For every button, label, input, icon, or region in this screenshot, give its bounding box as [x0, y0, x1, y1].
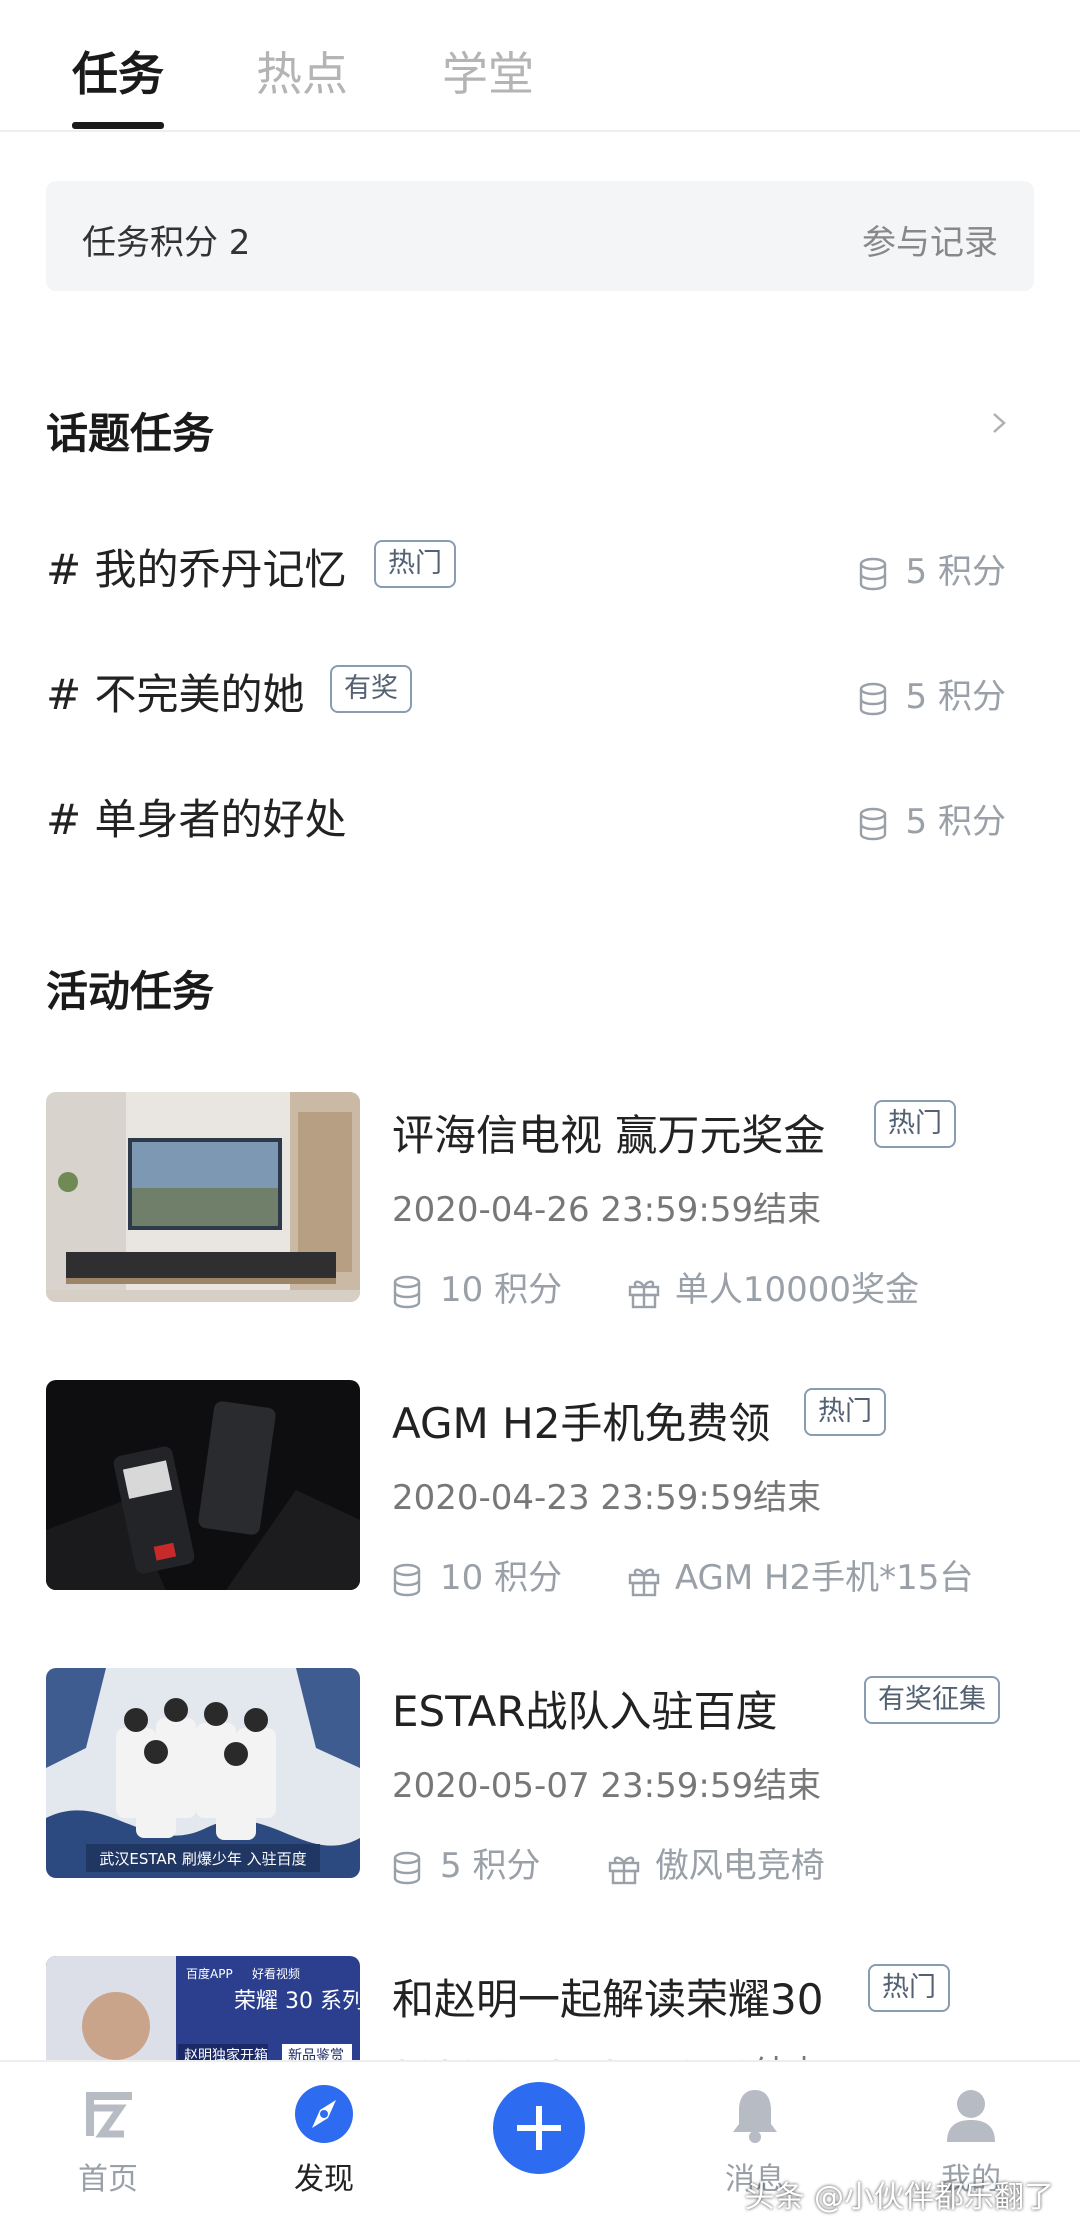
topic-points: 5 积分	[858, 794, 1006, 843]
coins-icon	[393, 1275, 421, 1308]
tv-thumbnail	[46, 1092, 360, 1302]
activity-points: 10 积分	[440, 1558, 563, 1598]
coins-icon	[393, 1851, 421, 1884]
activity-tasks-heading: 活动任务	[46, 967, 215, 1016]
activity-end-date: 2020-04-26 23:59:59结束	[392, 1190, 822, 1230]
participation-record-link[interactable]: 参与记录	[862, 215, 998, 264]
compass-icon	[295, 2085, 353, 2143]
activity-end-date: 2020-05-07 23:59:59结束	[392, 1766, 822, 1806]
topic-points: 5 积分	[858, 669, 1006, 718]
activity-points: 10 积分	[440, 1270, 563, 1310]
nav-discover[interactable]: 发现	[249, 2062, 399, 2198]
gift-icon	[608, 1856, 640, 1884]
top-tab-bar: 任务 热点 学堂	[0, 0, 1080, 132]
gift-icon	[628, 1568, 660, 1596]
bell-icon	[733, 2090, 777, 2143]
activity-title: 和赵明一起解读荣耀30	[392, 1975, 824, 2024]
hot-tag: 热门	[374, 540, 456, 588]
tab-tasks[interactable]: 任务	[72, 38, 164, 104]
coins-icon	[859, 682, 886, 715]
nav-home[interactable]: 首页	[33, 2062, 183, 2198]
topic-item[interactable]: # 单身者的好处 5 积分	[46, 780, 1006, 860]
hot-tag: 热门	[868, 1964, 950, 2012]
activity-card[interactable]: AGM H2手机免费领 热门 2020-04-23 23:59:59结束 10 …	[46, 1380, 1034, 1598]
coins-icon	[393, 1563, 421, 1596]
coins-icon	[859, 557, 886, 590]
svg-text:好看视频: 好看视频	[252, 1966, 300, 1981]
active-tab-indicator	[72, 122, 164, 129]
prize-collection-tag: 有奖征集	[864, 1676, 1000, 1724]
topic-title: # 单身者的好处	[46, 795, 347, 844]
topic-item[interactable]: # 我的乔丹记忆 热门 5 积分	[46, 530, 1006, 610]
plus-icon	[517, 2106, 561, 2150]
topic-points: 5 积分	[858, 544, 1006, 593]
svg-text:荣耀 30 系列: 荣耀 30 系列	[234, 1989, 360, 2014]
topic-item[interactable]: # 不完美的她 有奖 5 积分	[46, 655, 1006, 735]
activity-points: 5 积分	[440, 1846, 541, 1886]
team-thumbnail: 武汉ESTAR 刷爆少年 入驻百度	[46, 1668, 360, 1878]
activity-title: ESTAR战队入驻百度	[392, 1687, 778, 1736]
prize-tag: 有奖	[330, 665, 412, 713]
topic-tasks-heading: 话题任务	[46, 409, 215, 458]
activity-end-date: 2020-04-23 23:59:59结束	[392, 1478, 822, 1518]
chevron-right-icon[interactable]	[988, 412, 1010, 434]
activity-card[interactable]: 评海信电视 赢万元奖金 热门 2020-04-26 23:59:59结束 10 …	[46, 1092, 1034, 1310]
hot-tag: 热门	[804, 1388, 886, 1436]
svg-text:武汉ESTAR 刷爆少年 入驻百度: 武汉ESTAR 刷爆少年 入驻百度	[99, 1850, 306, 1868]
hot-tag: 热门	[874, 1100, 956, 1148]
activity-meta: 10 积分 单人10000奖金	[392, 1262, 919, 1311]
activity-meta: 5 积分 傲风电竞椅	[392, 1838, 825, 1887]
svg-text:百度APP: 百度APP	[186, 1966, 233, 1981]
create-post-button[interactable]	[493, 2082, 585, 2174]
gift-icon	[628, 1280, 660, 1308]
topic-title: # 不完美的她	[46, 670, 305, 719]
home-icon	[86, 2092, 132, 2138]
phone-thumbnail	[46, 1380, 360, 1590]
activity-reward: 单人10000奖金	[674, 1270, 919, 1310]
activity-reward: 傲风电竞椅	[654, 1846, 825, 1886]
task-points-label: 任务积分 2	[82, 223, 251, 263]
activity-card[interactable]: 武汉ESTAR 刷爆少年 入驻百度 ESTAR战队入驻百度 有奖征集 2020-…	[46, 1668, 1034, 1886]
activity-title: 评海信电视 赢万元奖金	[392, 1111, 826, 1160]
activity-reward: AGM H2手机*15台	[674, 1558, 974, 1598]
coins-icon	[859, 807, 886, 840]
tab-hot[interactable]: 热点	[256, 38, 348, 104]
user-icon	[947, 2090, 995, 2142]
activity-meta: 10 积分 AGM H2手机*15台	[392, 1550, 973, 1599]
task-points-banner: 任务积分 2 参与记录	[46, 181, 1034, 291]
topic-title: # 我的乔丹记忆	[46, 545, 347, 594]
watermark: 头条 @小伙伴都乐翻了	[744, 2180, 1054, 2215]
activity-title: AGM H2手机免费领	[392, 1399, 771, 1448]
tab-academy[interactable]: 学堂	[442, 38, 534, 104]
